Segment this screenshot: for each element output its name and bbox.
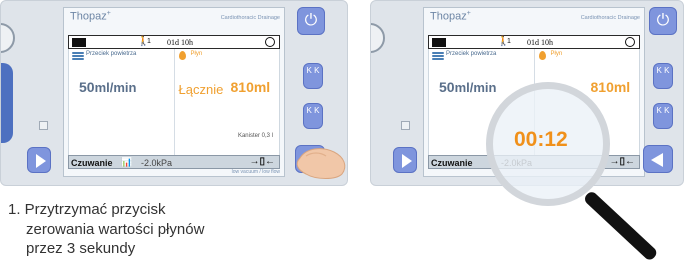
arrow-up-button[interactable]: K K	[653, 63, 673, 89]
droplet-icon	[178, 51, 186, 60]
power-button[interactable]: ⏻	[649, 7, 677, 35]
brand-label: Thopaz+	[430, 10, 471, 23]
tube-knob	[1, 23, 15, 53]
clock-icon	[265, 37, 275, 47]
canister-label: Kanister 0,3 l	[237, 133, 273, 139]
pressure-value: -2.0kPa	[141, 158, 173, 168]
arrow-down-button[interactable]: K K	[653, 103, 673, 129]
arrow-up-icon: K K	[306, 66, 320, 75]
therapy-timer: 01d 10h	[527, 38, 553, 47]
air-leak-icon	[72, 52, 84, 60]
countdown-time: 00:12	[514, 128, 568, 151]
power-button[interactable]: ⏻	[297, 7, 325, 35]
panels: Przeciek powietrza 50ml/min Płyn Łącznie…	[68, 49, 280, 156]
instruction-caption: 1. Przytrzymać przycisk zerowania wartoś…	[8, 200, 204, 259]
arrow-up-button[interactable]: K K	[303, 63, 323, 89]
clock-icon	[625, 37, 635, 47]
arrow-down-icon: K K	[656, 106, 670, 115]
battery-icon	[432, 38, 446, 47]
air-leak-value: 50ml/min	[79, 79, 137, 95]
indicator-square	[39, 121, 48, 130]
valve-icon: →▯←	[249, 156, 275, 167]
magnifier-handle	[582, 189, 659, 262]
mode-label: Czuwanie	[431, 158, 473, 168]
air-leak-title: Przeciek powietrza	[446, 51, 497, 57]
indicator-square	[401, 121, 410, 130]
finger-icon	[296, 148, 346, 179]
caption-line-1: 1. Przytrzymać przycisk	[8, 201, 166, 218]
fluid-total-label: Łącznie	[178, 82, 224, 97]
air-leak-icon	[432, 52, 444, 60]
arrow-down-icon: K K	[306, 106, 320, 115]
subbrand-label: Cardiothoracic Drainage	[220, 15, 280, 21]
therapy-timer: 01d 10h	[167, 38, 193, 47]
caption-line-2: zerowania wartości płynów	[26, 220, 205, 238]
air-leak-value: 50ml/min	[439, 79, 497, 95]
seal-icon: 📊	[121, 157, 133, 167]
caption-line-3: przez 3 sekundy	[26, 240, 136, 257]
valve-icon: →▯←	[609, 156, 635, 167]
air-leak-panel: Przeciek powietrza 50ml/min	[69, 49, 174, 155]
droplet-icon	[538, 51, 546, 60]
fluid-title: Płyn	[550, 51, 563, 57]
arrow-right-button[interactable]	[393, 147, 417, 173]
arrow-right-button[interactable]	[27, 147, 51, 173]
mode-label: Czuwanie	[71, 158, 113, 168]
subbrand-label: Cardiothoracic Drainage	[580, 15, 640, 21]
fluid-total-value: 810ml	[590, 79, 631, 95]
lcd-screen: Thopaz+ Cardiothoracic Drainage 🚶 1 01d …	[63, 7, 285, 177]
side-grip	[1, 63, 13, 143]
status-bar: 🚶 1 01d 10h	[428, 35, 640, 49]
brand-label: Thopaz+	[70, 10, 111, 23]
fluid-total-value: 810ml	[230, 79, 271, 95]
fluid-title: Płyn	[190, 51, 203, 57]
flow-note: low vacuum / low flow	[231, 169, 280, 175]
status-bar: 🚶 1 01d 10h	[68, 35, 280, 49]
air-leak-title: Przeciek powietrza	[86, 51, 137, 57]
power-icon: ⏻	[656, 12, 670, 29]
fluid-panel[interactable]: Płyn Łącznie 810ml Kanister 0,3 l	[173, 49, 279, 155]
arrow-down-button[interactable]: K K	[303, 103, 323, 129]
bottom-bar: Czuwanie 📊 -2.0kPa →▯←	[68, 155, 280, 169]
battery-icon	[72, 38, 86, 47]
arrow-up-icon: K K	[656, 66, 670, 75]
power-icon: ⏻	[304, 12, 318, 29]
walker-count: 1	[147, 38, 151, 45]
tube-knob	[371, 23, 385, 53]
walker-count: 1	[507, 38, 511, 45]
zero-reset-button[interactable]	[643, 145, 673, 173]
